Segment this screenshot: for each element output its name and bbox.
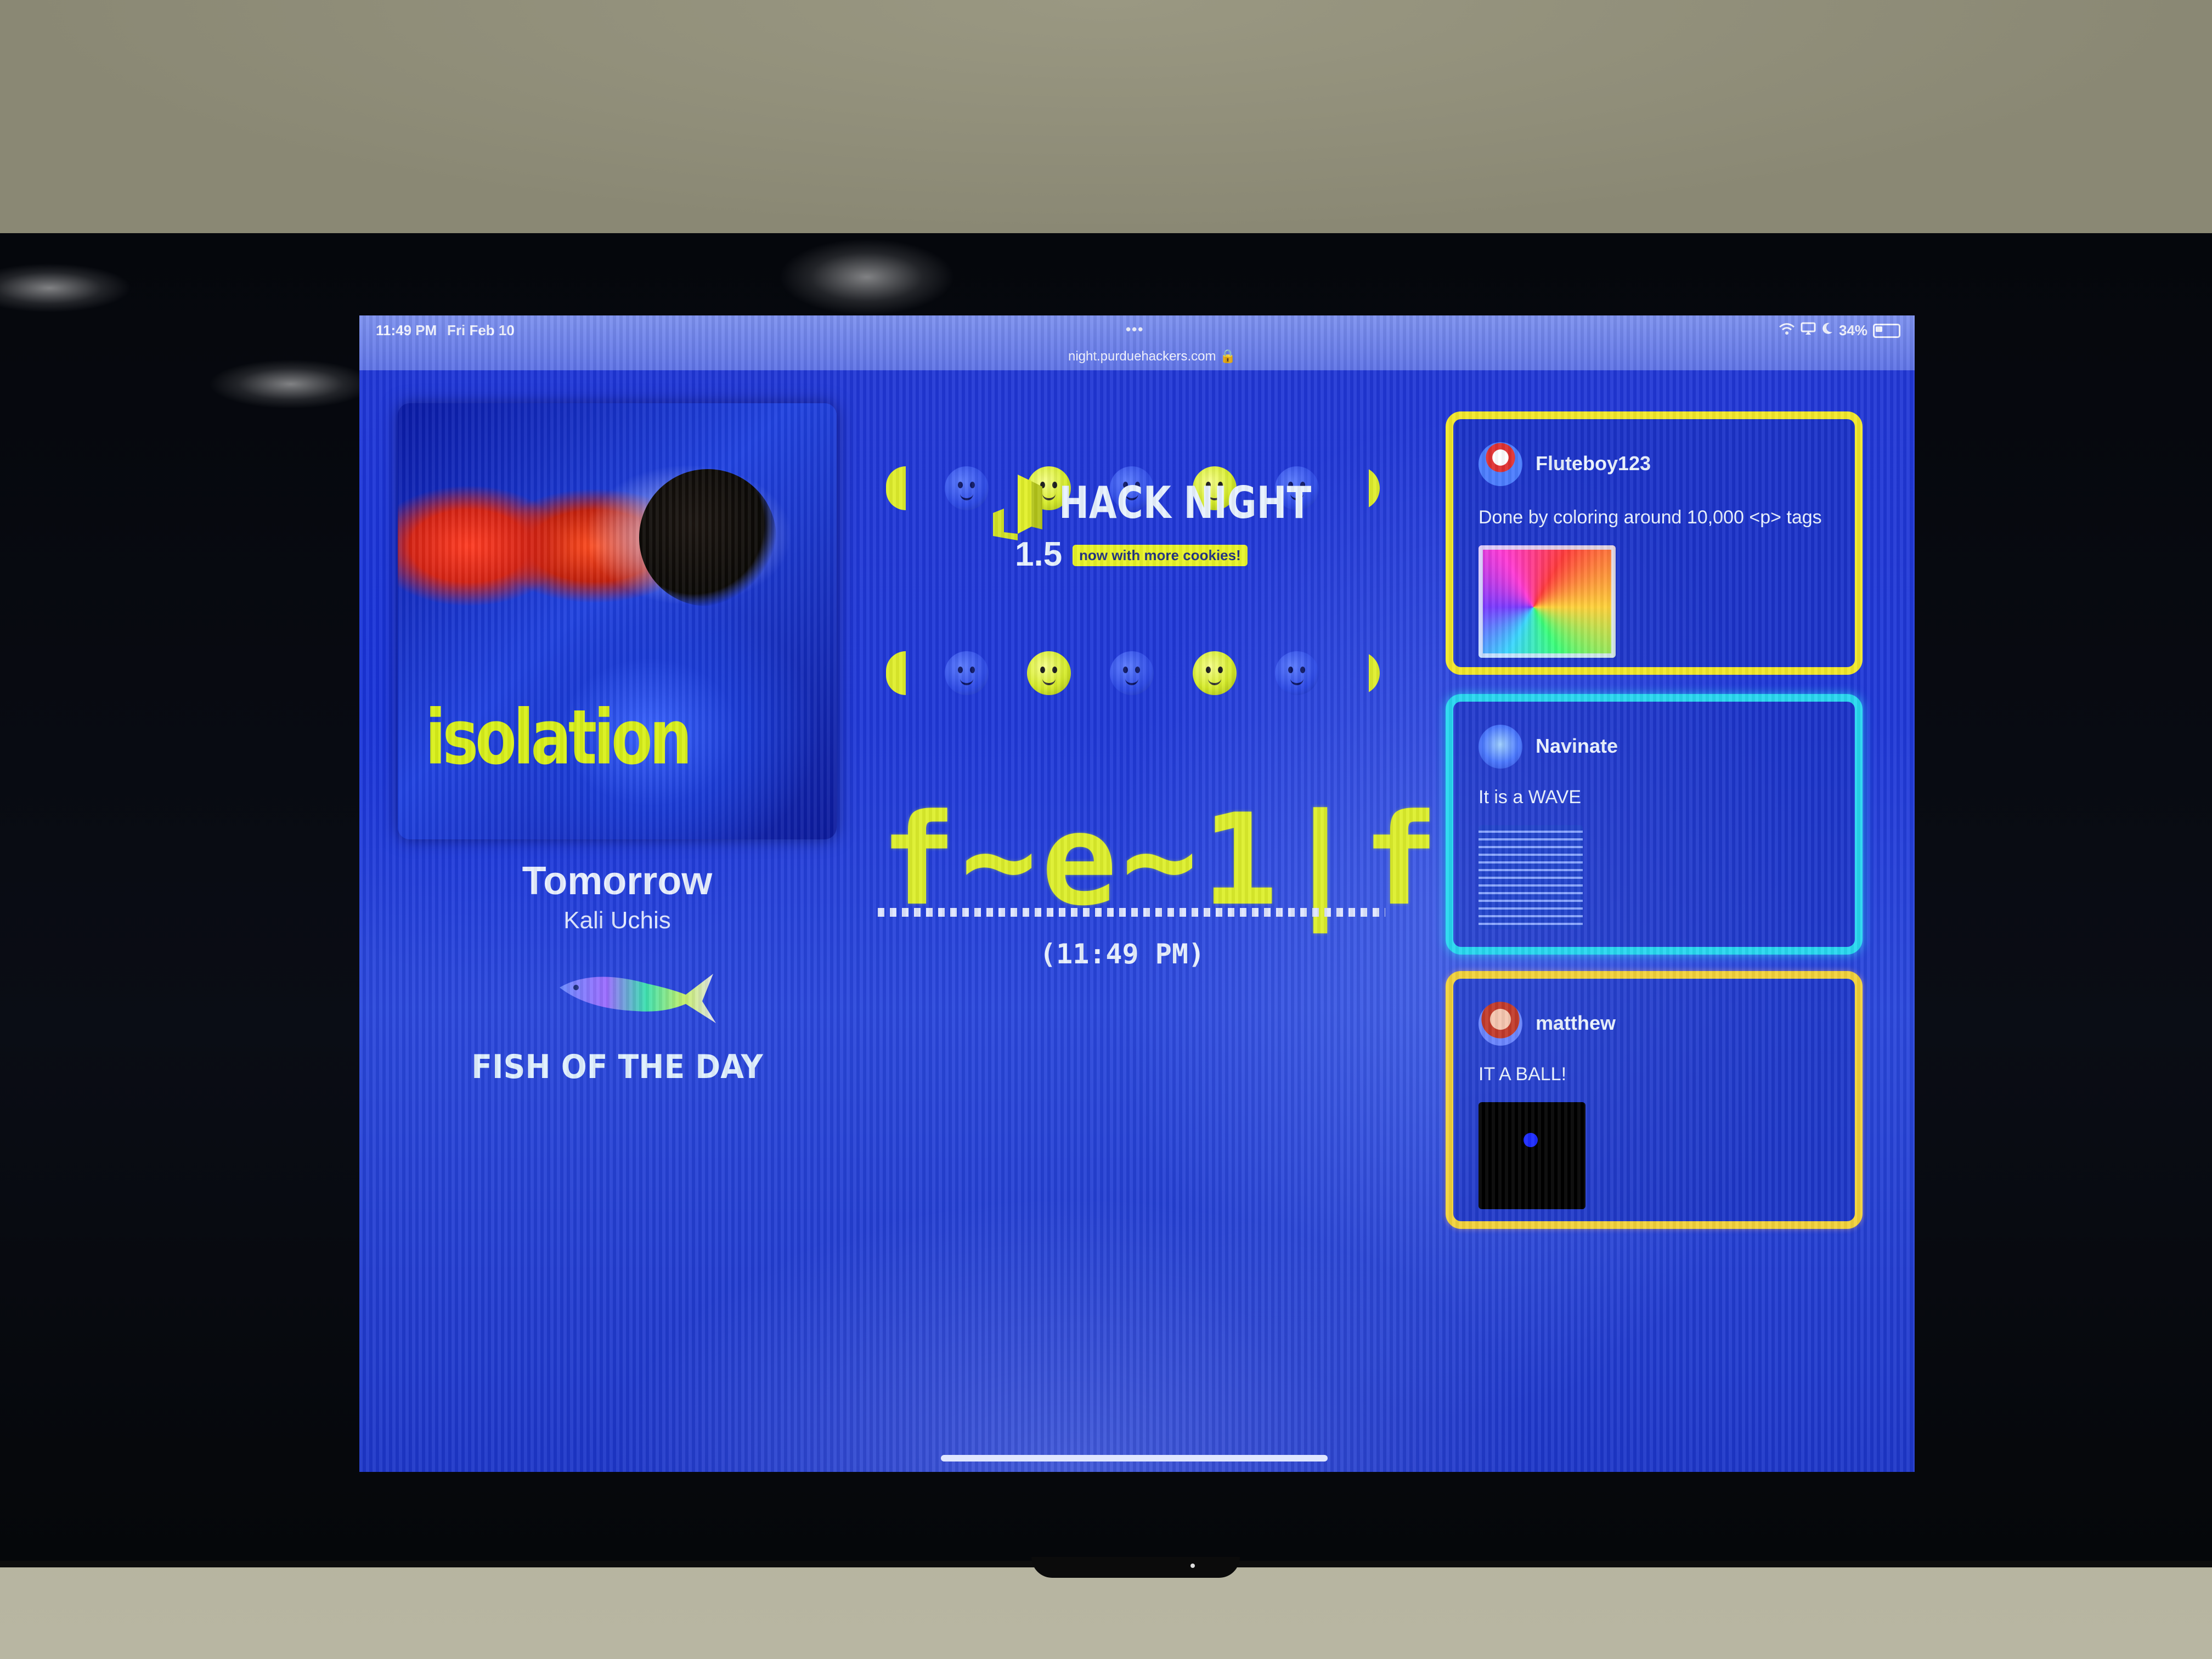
fish-of-the-day-label: FISH OF THE DAY [471,1048,763,1086]
moon-emoji [944,466,989,510]
toad-avatar [1479,442,1522,486]
ceiling-light-reflection [208,359,373,409]
hack-night-version: 1.5 [1015,535,1063,573]
clock-underline [878,908,1385,917]
moon-emoji [1275,651,1319,695]
post-text: IT A BALL! [1479,1064,1567,1085]
cookie-badge: now with more cookies! [1073,545,1248,566]
song-artist: Kali Uchis [563,907,671,934]
hack-night-logo-icon [993,475,1042,540]
moon-icon [1821,322,1833,339]
navinate-avatar [1479,725,1522,769]
post-text: Done by coloring around 10,000 <p> tags [1479,507,1822,528]
post-image-thumbnail[interactable] [1479,825,1583,929]
url-bar[interactable]: night.purduehackers.com 🔒 [1062,348,1243,364]
post-text: It is a WAVE [1479,787,1582,808]
moon-emoji [886,651,906,695]
status-icons: 34% [1779,322,1900,339]
battery-icon [1873,323,1900,338]
moon-emoji-row-bottom [886,646,1380,701]
status-time: 11:49 PM [376,322,437,338]
song-title: Tomorrow [522,859,713,903]
moon-emoji [886,466,906,510]
moon-emoji [1357,651,1380,695]
ceiling-light-reflection [0,263,132,313]
post-username: Fluteboy123 [1536,452,1651,475]
moon-emoji [944,651,989,695]
moon-emoji [1357,466,1380,510]
moon-emoji [1109,651,1154,695]
matthew-avatar [1479,1002,1522,1046]
fish-icon [560,974,716,1023]
ball-dot [1523,1133,1538,1147]
album-art: isolation [398,403,837,839]
post-card[interactable]: matthew IT A BALL! [1446,971,1863,1229]
moon-emoji [1027,651,1071,695]
home-indicator[interactable] [941,1455,1328,1462]
album-art-figure [639,469,776,606]
status-bar: 11:49 PM Fri Feb 10 ••• night.purduehack… [359,315,1915,370]
screen-mirror-icon [1801,322,1816,339]
battery-percent: 34% [1838,322,1867,338]
multitask-dots[interactable]: ••• [1126,321,1144,338]
status-date: Fri Feb 10 [447,322,515,338]
post-card[interactable]: Fluteboy123 Done by coloring around 10,0… [1446,411,1863,675]
hack-night-title: HACK NIGHT [1059,477,1312,528]
tv-stand [1031,1557,1240,1578]
ipad-screen: 11:49 PM Fri Feb 10 ••• night.purduehack… [359,315,1915,1472]
clock-time: (11:49 PM) [1040,938,1205,970]
ceiling-light-reflection [779,239,955,315]
post-username: matthew [1536,1012,1616,1034]
post-image-thumbnail[interactable] [1479,1102,1585,1209]
wifi-icon [1779,322,1795,339]
wall [0,0,2212,236]
post-image-thumbnail[interactable] [1479,545,1616,658]
post-card[interactable]: Navinate It is a WAVE [1446,694,1863,955]
album-art-title: isolation [425,693,692,781]
tv-power-led [1190,1564,1195,1568]
moon-emoji [1192,651,1237,695]
post-username: Navinate [1536,735,1618,757]
